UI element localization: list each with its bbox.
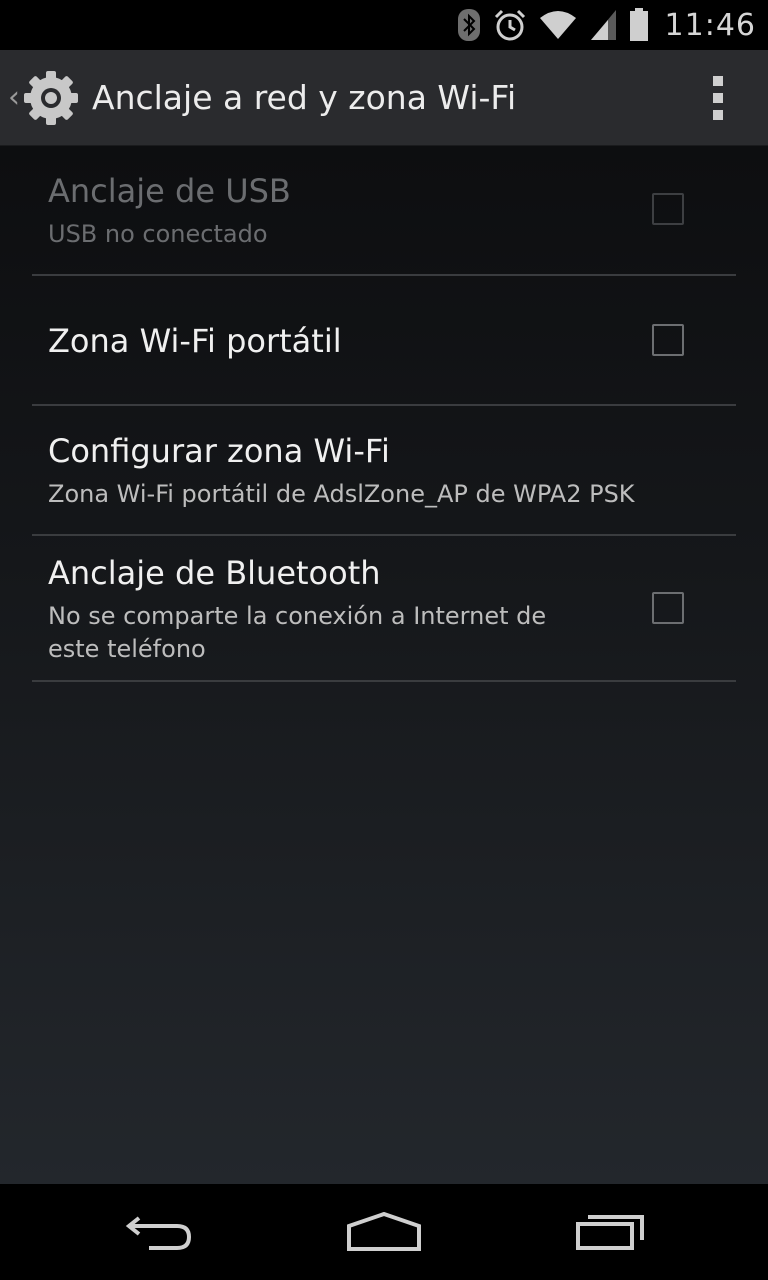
- pref-title: Anclaje de USB: [48, 172, 291, 210]
- up-button[interactable]: ‹: [0, 50, 80, 145]
- recents-icon: [574, 1212, 646, 1252]
- pref-wifi-hotspot[interactable]: Zona Wi-Fi portátil: [32, 276, 736, 406]
- signal-icon: [589, 9, 617, 41]
- alarm-icon: [493, 8, 527, 42]
- screen: 11:46 ‹ Anclaje a red y zona Wi-Fi Ancla…: [0, 0, 768, 1280]
- overflow-dot: [713, 93, 723, 103]
- overflow-menu-icon: [713, 76, 723, 86]
- home-icon: [346, 1212, 422, 1252]
- pref-title: Zona Wi-Fi portátil: [48, 322, 342, 360]
- pref-bluetooth-tethering[interactable]: Anclaje de Bluetooth No se comparte la c…: [32, 536, 736, 682]
- battery-icon: [629, 8, 649, 42]
- overflow-menu-button[interactable]: [706, 76, 730, 120]
- pref-summary: No se comparte la conexión a Internet de: [48, 602, 547, 630]
- settings-gear-icon: [22, 69, 80, 127]
- status-bar: 11:46: [0, 0, 768, 50]
- pref-title: Configurar zona Wi-Fi: [48, 432, 390, 470]
- overflow-dot: [713, 110, 723, 120]
- pref-summary: este teléfono: [48, 635, 206, 663]
- home-button[interactable]: [304, 1184, 464, 1280]
- preferences-list: Anclaje de USB USB no conectado Zona Wi-…: [0, 146, 768, 1184]
- bluetooth-tethering-checkbox[interactable]: [652, 592, 684, 624]
- wifi-hotspot-checkbox[interactable]: [652, 324, 684, 356]
- usb-tethering-checkbox: [652, 193, 684, 225]
- navigation-bar: [0, 1184, 768, 1280]
- back-button[interactable]: [80, 1184, 240, 1280]
- recents-button[interactable]: [530, 1184, 690, 1280]
- bluetooth-icon: [457, 8, 481, 42]
- pref-summary: Zona Wi-Fi portátil de AdslZone_AP de WP…: [48, 480, 635, 508]
- pref-usb-tethering: Anclaje de USB USB no conectado: [32, 146, 736, 276]
- pref-title: Anclaje de Bluetooth: [48, 554, 381, 592]
- page-title: Anclaje a red y zona Wi-Fi: [92, 78, 517, 117]
- status-time: 11:46: [664, 7, 756, 43]
- action-bar: ‹ Anclaje a red y zona Wi-Fi: [0, 50, 768, 146]
- back-icon: [125, 1212, 195, 1252]
- chevron-left-icon: ‹: [8, 80, 20, 115]
- pref-configure-hotspot[interactable]: Configurar zona Wi-Fi Zona Wi-Fi portáti…: [32, 406, 736, 536]
- wifi-icon: [539, 10, 577, 40]
- pref-summary: USB no conectado: [48, 220, 268, 248]
